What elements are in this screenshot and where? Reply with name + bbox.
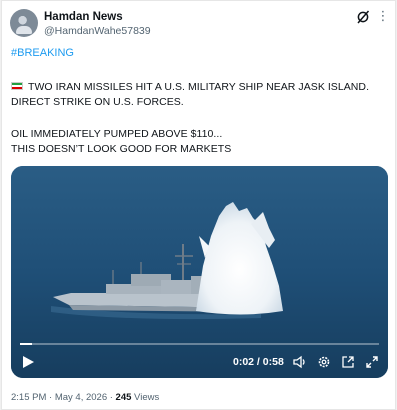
views-count: 245 [115,392,132,403]
video-progress-bar[interactable] [20,343,379,345]
post-card: Hamdan News @HamdanWahe57839 ⋮ #BREAKING… [1,0,396,410]
post-text-line: DIRECT STRIKE ON U.S. FORCES. [11,96,184,108]
fullscreen-icon[interactable] [365,355,379,369]
settings-icon[interactable] [317,355,331,369]
play-icon[interactable] [21,355,35,369]
iran-flag-icon [11,82,23,90]
hashtag-link[interactable]: #BREAKING [11,47,74,59]
post-text-line: OIL IMMEDIATELY PUMPED ABOVE $110... [11,128,223,140]
avatar[interactable] [10,9,38,37]
more-icon[interactable]: ⋮ [376,9,390,25]
grok-icon[interactable] [356,9,370,25]
views-label: Views [131,392,160,403]
post-timestamp[interactable]: 2:15 PM · May 4, 2026 · [11,392,116,403]
video-time: 0:02 / 0:58 [233,356,284,368]
post-meta: 2:15 PM · May 4, 2026 · 245 Views [11,392,159,403]
video-controls: 0:02 / 0:58 [11,166,388,378]
post-text-line: THIS DOESN’T LOOK GOOD FOR MARKETS [11,143,232,155]
post-text-line: TWO IRAN MISSILES HIT A U.S. MILITARY SH… [11,81,369,93]
video-player[interactable]: 0:02 / 0:58 [11,166,388,378]
pip-icon[interactable] [341,355,355,369]
volume-icon[interactable] [293,355,307,369]
author-name[interactable]: Hamdan News [44,11,123,23]
video-progress-fill [20,343,33,345]
author-handle[interactable]: @HamdanWahe57839 [44,25,151,37]
